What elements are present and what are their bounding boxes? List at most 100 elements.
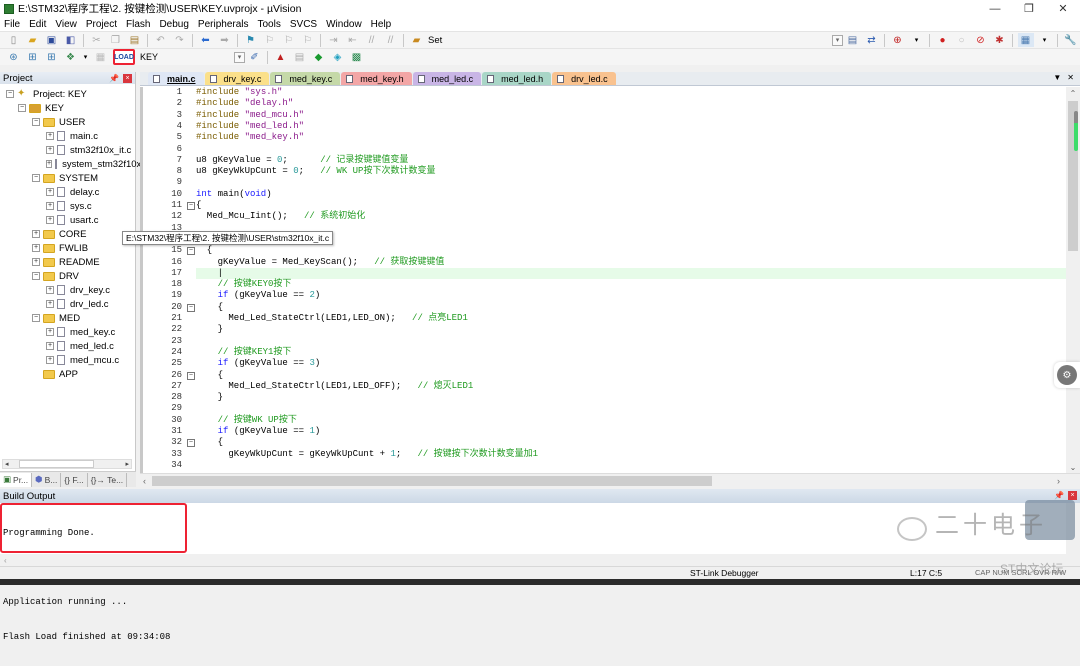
expand-icon[interactable]: +	[46, 160, 53, 168]
code-line[interactable]: 15− {	[140, 245, 1066, 256]
fold-toggle-icon[interactable]: −	[187, 439, 195, 448]
restore-button[interactable]: ❐	[1012, 0, 1046, 17]
pack-installer-icon[interactable]: ◈	[330, 50, 346, 64]
tab-functions[interactable]: {} F...	[61, 472, 88, 487]
collapse-icon[interactable]: −	[32, 272, 40, 280]
file-tab[interactable]: drv_led.c	[552, 72, 616, 85]
expand-icon[interactable]: +	[32, 230, 40, 238]
download-load-button[interactable]: LOAD	[113, 49, 135, 65]
tree-item-folder[interactable]: − SYSTEM	[0, 171, 135, 185]
find-combo-dropdown[interactable]: ▾	[832, 34, 843, 46]
manage-components-icon[interactable]: ▲	[273, 50, 289, 64]
tree-item-file[interactable]: + delay.c	[0, 185, 135, 199]
expand-icon[interactable]: +	[32, 244, 40, 252]
code-line[interactable]: 8 u8 gKeyWkUpCunt = 0; // WK UP按下次数计数变量	[140, 166, 1066, 177]
file-tab[interactable]: main.c	[148, 72, 204, 85]
tree-item-file[interactable]: + drv_led.c	[0, 297, 135, 311]
code-line[interactable]: 5 #include "med_key.h"	[140, 132, 1066, 143]
code-line[interactable]: 1 #include "sys.h"	[140, 87, 1066, 98]
fold-toggle-icon[interactable]: −	[187, 303, 195, 312]
code-line[interactable]: 12 Med_Mcu_Iint(); // 系统初始化	[140, 211, 1066, 222]
translate-icon[interactable]: ⊛	[6, 50, 22, 64]
uncomment-icon[interactable]: //	[383, 33, 399, 47]
menu-debug[interactable]: Debug	[159, 19, 188, 30]
navigate-back-icon[interactable]: ⬅	[198, 33, 214, 47]
close-tab-icon[interactable]: ✕	[1067, 73, 1074, 82]
batch-build-icon[interactable]: ❖	[63, 50, 79, 64]
fold-toggle-icon[interactable]: −	[187, 202, 195, 210]
undo-icon[interactable]: ↶	[153, 33, 169, 47]
find-icon[interactable]: ▤	[845, 33, 861, 47]
comment-icon[interactable]: //	[364, 33, 380, 47]
menu-edit[interactable]: Edit	[29, 19, 46, 30]
scroll-down-icon[interactable]: ⌄	[1066, 461, 1080, 473]
expand-icon[interactable]: +	[46, 202, 54, 210]
code-line[interactable]: 16 gKeyValue = Med_KeyScan(); // 获取按键键值	[140, 257, 1066, 268]
debug-dropdown-icon[interactable]: ▾	[909, 33, 925, 47]
stop-build-icon[interactable]: ▦	[93, 50, 109, 64]
close-panel-icon[interactable]: ×	[123, 73, 132, 83]
tree-item-project[interactable]: − ✦ Project: KEY	[0, 87, 135, 101]
code-line[interactable]: 24 // 按键KEY1按下	[140, 347, 1066, 358]
file-tab[interactable]: drv_key.c	[204, 72, 270, 85]
batch-build-dropdown-icon[interactable]: ▾	[82, 50, 90, 64]
expand-icon[interactable]: +	[46, 356, 54, 364]
code-line[interactable]: 26− {	[140, 370, 1066, 381]
new-file-icon[interactable]: ▯	[6, 33, 22, 47]
next-bookmark-icon[interactable]: ⚐	[281, 33, 297, 47]
code-line[interactable]: 20− {	[140, 302, 1066, 313]
save-all-icon[interactable]: ◧	[63, 33, 79, 47]
redo-icon[interactable]: ↷	[172, 33, 188, 47]
manage-runtime-icon[interactable]: ◆	[311, 50, 327, 64]
tree-item-folder[interactable]: + FWLIB	[0, 241, 135, 255]
kill-all-breakpoints-icon[interactable]: ✱	[992, 33, 1008, 47]
menu-file[interactable]: File	[4, 19, 20, 30]
menu-project[interactable]: Project	[86, 19, 117, 30]
menu-view[interactable]: View	[55, 19, 77, 30]
find-combo-value[interactable]: Set	[428, 35, 442, 46]
code-line[interactable]: 2 #include "delay.h"	[140, 98, 1066, 109]
tab-templates[interactable]: {}→ Te...	[88, 472, 128, 487]
scroll-right-icon[interactable]: ›	[1057, 474, 1060, 488]
scroll-right-icon[interactable]: ▸	[125, 460, 131, 468]
code-line[interactable]: 23	[140, 336, 1066, 347]
editor-hscroll[interactable]: ‹ ›	[140, 473, 1080, 487]
breakpoint-icon[interactable]: ●	[935, 33, 951, 47]
scroll-left-icon[interactable]: ‹	[143, 474, 146, 488]
editor-vscroll[interactable]: ⌃ ⌄	[1066, 87, 1080, 473]
code-line[interactable]: 9	[140, 177, 1066, 188]
code-line[interactable]: 34	[140, 460, 1066, 471]
window-layout-icon[interactable]: ▦	[1017, 33, 1034, 47]
tree-item-folder[interactable]: + README	[0, 255, 135, 269]
disable-breakpoint-icon[interactable]: ○	[954, 33, 970, 47]
file-tab[interactable]: med_led.c	[412, 72, 482, 85]
code-line[interactable]: 29	[140, 403, 1066, 414]
menu-tools[interactable]: Tools	[258, 19, 281, 30]
code-line[interactable]: 11−{	[140, 200, 1066, 211]
code-line[interactable]: 28 }	[140, 392, 1066, 403]
target-options-icon[interactable]: ✐	[247, 50, 263, 64]
close-button[interactable]: ✕	[1046, 0, 1080, 17]
code-line[interactable]: 7 u8 gKeyValue = 0; // 记录按键键值变量	[140, 155, 1066, 166]
paste-icon[interactable]: ▤	[127, 33, 143, 47]
menu-window[interactable]: Window	[326, 19, 362, 30]
editor-hscroll-thumb[interactable]	[152, 476, 712, 486]
disable-all-breakpoints-icon[interactable]: ⊘	[973, 33, 989, 47]
fold-toggle-icon[interactable]: −	[187, 247, 195, 256]
code-line[interactable]: 22 }	[140, 324, 1066, 335]
window-layout-dropdown-icon[interactable]: ▾	[1037, 33, 1053, 47]
tree-item-file[interactable]: + stm32f10x_it.c	[0, 143, 135, 157]
scroll-up-icon[interactable]: ⌃	[1066, 87, 1080, 99]
code-line[interactable]: 33 gKeyWkUpCunt = gKeyWkUpCunt + 1; // 按…	[140, 449, 1066, 460]
code-line[interactable]: 25 if (gKeyValue == 3)	[140, 358, 1066, 369]
tree-item-folder[interactable]: +APP	[0, 367, 135, 381]
expand-icon[interactable]: +	[46, 300, 54, 308]
tab-books[interactable]: ⬢ B...	[32, 472, 62, 487]
expand-icon[interactable]: +	[32, 258, 40, 266]
code-line[interactable]: 18 // 按键KEY0按下	[140, 279, 1066, 290]
unindent-icon[interactable]: ⇤	[345, 33, 361, 47]
tree-item-folder[interactable]: − DRV	[0, 269, 135, 283]
collapse-icon[interactable]: −	[6, 90, 14, 98]
navigate-forward-icon[interactable]: ➡	[217, 33, 233, 47]
code-area[interactable]: 1 #include "sys.h" 2 #include "delay.h" 3 #in…	[140, 87, 1066, 473]
